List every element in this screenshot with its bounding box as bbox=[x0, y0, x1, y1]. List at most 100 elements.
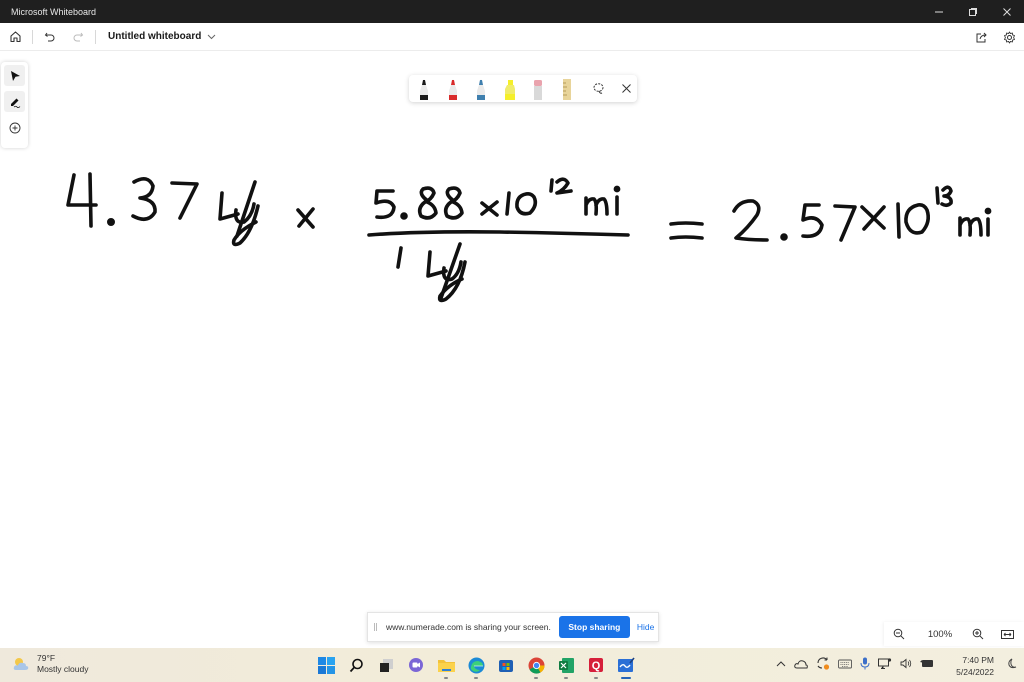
task-view-icon bbox=[379, 658, 393, 672]
store-button[interactable] bbox=[494, 653, 518, 677]
zoom-level: 100% bbox=[927, 628, 953, 640]
lasso-button[interactable] bbox=[589, 80, 607, 98]
settings-button[interactable] bbox=[1000, 28, 1018, 46]
running-indicator bbox=[594, 677, 598, 679]
undo-button[interactable] bbox=[41, 28, 59, 46]
clock-date: 5/24/2022 bbox=[956, 667, 994, 677]
home-button[interactable] bbox=[6, 28, 24, 46]
highlighter-icon bbox=[504, 79, 515, 100]
restore-button[interactable] bbox=[956, 0, 990, 23]
blue-pen[interactable] bbox=[474, 77, 488, 101]
ink-fraction-bar bbox=[367, 230, 630, 237]
battery-icon[interactable] bbox=[920, 658, 934, 669]
zoom-in-button[interactable] bbox=[969, 625, 987, 643]
chevron-up-icon[interactable] bbox=[776, 660, 786, 668]
zoom-out-button[interactable] bbox=[890, 625, 908, 643]
restore-icon bbox=[969, 7, 977, 16]
pen-icon bbox=[477, 78, 485, 100]
add-button[interactable] bbox=[4, 117, 25, 138]
ink-denominator bbox=[396, 242, 467, 303]
pointer-icon bbox=[10, 70, 20, 81]
close-icon bbox=[621, 84, 631, 93]
whiteboard-ink bbox=[66, 172, 992, 303]
eraser[interactable] bbox=[531, 77, 545, 101]
search-icon bbox=[349, 658, 363, 672]
ink-tool-button[interactable] bbox=[4, 91, 25, 112]
ink-result bbox=[669, 185, 992, 242]
app-root: Microsoft Whiteboard Untitled whiteboard bbox=[0, 0, 1024, 682]
search-button[interactable] bbox=[344, 653, 368, 677]
eraser-icon bbox=[534, 79, 542, 100]
clock[interactable]: 7:40 PM 5/24/2022 bbox=[946, 654, 994, 678]
close-icon bbox=[1003, 7, 1011, 16]
minimize-button[interactable] bbox=[922, 0, 956, 23]
taskbar: 79°F Mostly cloudy Q 7:40 PM 5/24/2022 bbox=[0, 648, 1024, 682]
file-explorer-button[interactable] bbox=[434, 653, 458, 679]
undo-icon bbox=[44, 32, 55, 41]
share-button[interactable] bbox=[972, 28, 990, 46]
volume-icon[interactable] bbox=[900, 658, 912, 669]
share-icon bbox=[976, 32, 987, 42]
black-pen[interactable] bbox=[417, 77, 431, 101]
hide-share-bar-link[interactable]: Hide bbox=[637, 622, 654, 632]
stop-sharing-button[interactable]: Stop sharing bbox=[558, 616, 630, 638]
gear-icon bbox=[1003, 31, 1015, 43]
weather-condition: Mostly cloudy bbox=[37, 664, 89, 674]
whiteboard-title[interactable]: Untitled whiteboard bbox=[108, 31, 201, 42]
close-window-button[interactable] bbox=[990, 0, 1024, 23]
redo-button[interactable] bbox=[69, 28, 87, 46]
drag-handle[interactable] bbox=[374, 623, 377, 631]
focus-assist-icon[interactable] bbox=[1006, 658, 1017, 670]
redo-icon bbox=[73, 32, 84, 41]
edge-button[interactable] bbox=[464, 653, 488, 679]
clock-time: 7:40 PM bbox=[962, 655, 994, 665]
running-indicator bbox=[474, 677, 478, 679]
system-tray bbox=[776, 657, 934, 670]
ink-multiply-sign bbox=[296, 207, 315, 229]
inking-toolbar bbox=[409, 75, 637, 102]
microphone-icon[interactable] bbox=[860, 657, 870, 670]
start-button[interactable] bbox=[314, 653, 338, 677]
teams-chat-button[interactable] bbox=[404, 653, 428, 677]
ruler-icon bbox=[562, 78, 571, 100]
zoom-in-icon bbox=[972, 628, 984, 640]
title-bar: Microsoft Whiteboard bbox=[0, 0, 1024, 23]
yellow-highlighter[interactable] bbox=[503, 77, 517, 101]
whiteboard-app-button[interactable] bbox=[614, 653, 638, 679]
ink-numerator bbox=[374, 177, 621, 220]
lasso-icon bbox=[593, 83, 603, 94]
task-view-button[interactable] bbox=[374, 653, 398, 677]
ink-term-4.37-ly bbox=[66, 172, 260, 247]
onedrive-icon[interactable] bbox=[794, 659, 808, 669]
window-title: Microsoft Whiteboard bbox=[11, 6, 97, 17]
running-indicator bbox=[534, 677, 538, 679]
chrome-button[interactable] bbox=[524, 653, 548, 679]
quizlet-button[interactable]: Q bbox=[584, 653, 608, 679]
pen-icon bbox=[448, 78, 457, 100]
chrome-icon bbox=[528, 657, 545, 674]
window-controls bbox=[922, 0, 1024, 23]
chat-icon bbox=[409, 658, 423, 672]
network-icon[interactable] bbox=[878, 657, 892, 670]
toolbar-divider bbox=[95, 29, 96, 44]
edge-icon bbox=[468, 657, 484, 673]
ruler[interactable] bbox=[560, 77, 574, 101]
toolbar-divider bbox=[32, 29, 33, 44]
red-pen[interactable] bbox=[446, 77, 460, 101]
share-message: www.numerade.com is sharing your screen. bbox=[386, 622, 551, 632]
weather-widget[interactable]: 79°F Mostly cloudy bbox=[12, 653, 89, 675]
excel-button[interactable] bbox=[554, 653, 578, 679]
chevron-down-icon[interactable] bbox=[207, 32, 216, 42]
fit-to-screen-button[interactable] bbox=[998, 625, 1016, 643]
svg-text:Q: Q bbox=[592, 660, 601, 672]
tool-panel bbox=[1, 62, 28, 148]
select-tool-button[interactable] bbox=[4, 65, 25, 86]
plus-circle-icon bbox=[9, 122, 20, 133]
app-toolbar: Untitled whiteboard bbox=[0, 23, 1024, 51]
close-toolbar-button[interactable] bbox=[617, 80, 635, 98]
quizlet-icon: Q bbox=[589, 658, 603, 672]
sync-icon[interactable] bbox=[816, 657, 830, 670]
keyboard-icon[interactable] bbox=[838, 659, 852, 669]
partly-cloudy-icon bbox=[13, 658, 29, 670]
fit-screen-icon bbox=[1000, 629, 1014, 639]
